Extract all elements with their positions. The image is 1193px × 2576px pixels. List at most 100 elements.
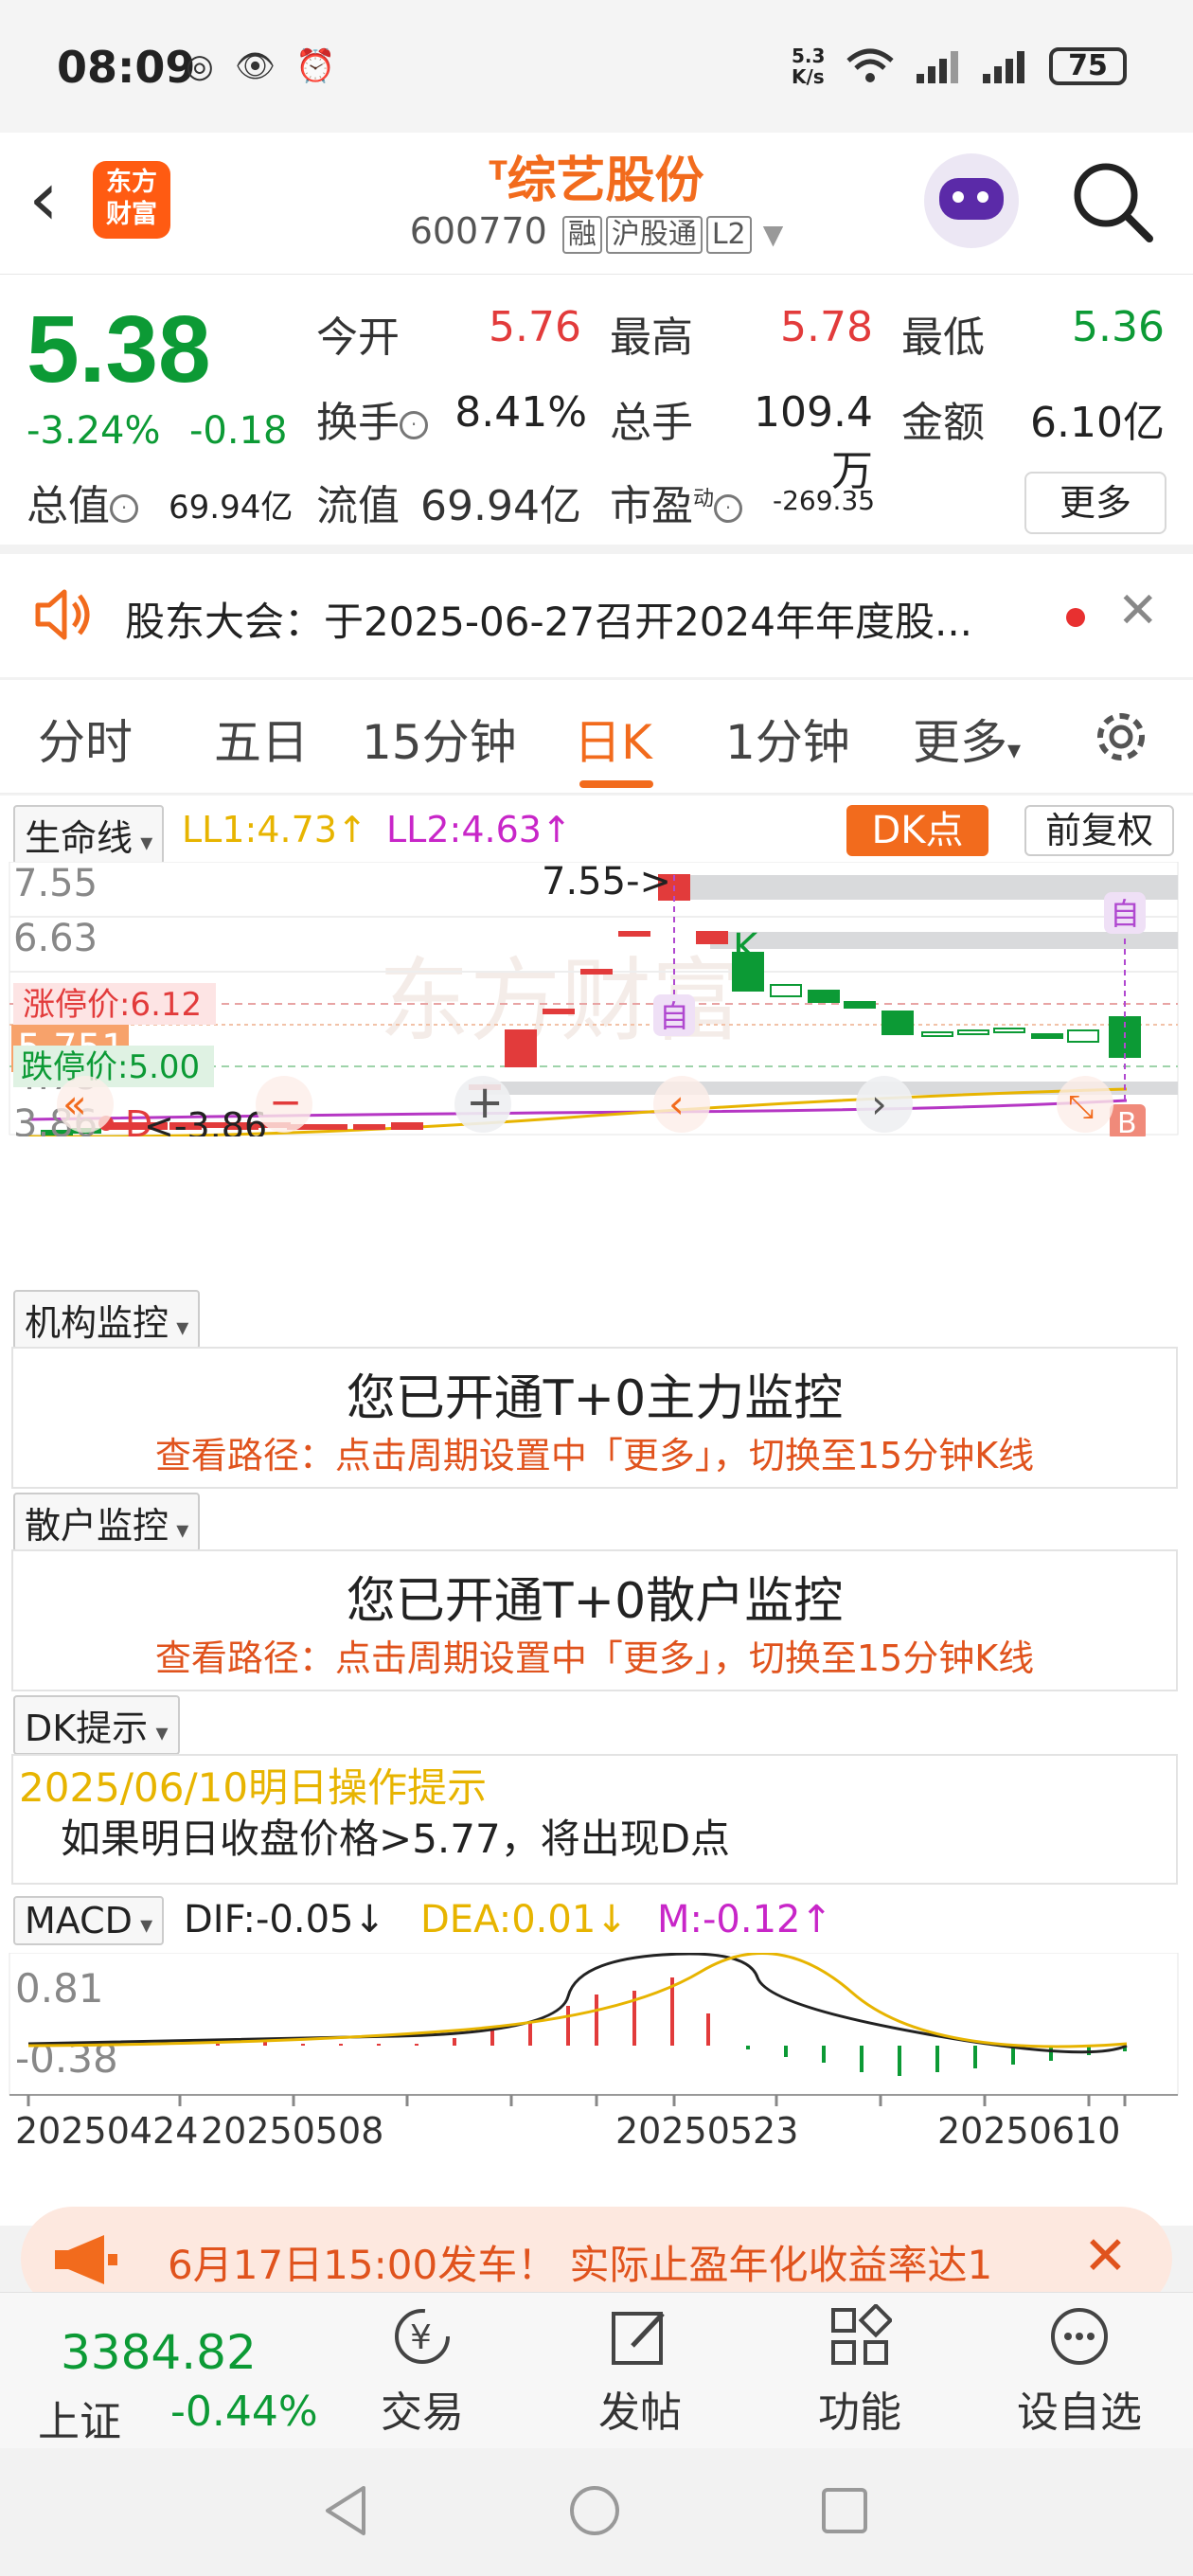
- turnover-value: 8.41%: [454, 388, 587, 437]
- tab-five-day[interactable]: 五日: [214, 705, 309, 773]
- retail-monitor-panel[interactable]: 您已开通T+0散户监控 查看路径：点击周期设置中「更多」，切换至15分钟K线: [11, 1549, 1178, 1691]
- dk-tip-panel: 2025/06/10明日操作提示 如果明日收盘价格>5.77，将出现D点: [11, 1754, 1178, 1885]
- b-marker: B: [1117, 1107, 1137, 1136]
- candle: [543, 1009, 575, 1014]
- retail-monitor-title: 您已开通T+0散户监控: [346, 1573, 844, 1630]
- amount-label: 金额: [901, 399, 985, 447]
- dk-tip-dropdown[interactable]: DK提示: [13, 1695, 180, 1755]
- macd-dea: DEA:0.01↓: [420, 1898, 628, 1941]
- candle: [505, 1029, 537, 1067]
- kline-chart[interactable]: 东方财富 自 自 K B 7.55-> D <-3.86 7.55 6.63 4…: [0, 862, 1193, 1136]
- index-name[interactable]: 上证: [38, 2388, 121, 2448]
- info-icon: ·: [110, 494, 138, 523]
- macd-m: M:-0.12↑: [657, 1898, 832, 1941]
- close-icon[interactable]: ✕: [1117, 582, 1159, 639]
- notice-bar[interactable]: 股东大会：于2025-06-27召开2024年年度股... ✕: [0, 554, 1193, 677]
- pe-label[interactable]: 市盈动 ·: [610, 472, 743, 532]
- candle: [808, 990, 840, 1003]
- hd-icon: ◎: [186, 47, 214, 85]
- eye-icon: 👁: [235, 47, 276, 85]
- gear-icon[interactable]: [1091, 707, 1151, 771]
- quote-panel: 5.38 -3.24% -0.18 今开 5.76 最高 5.78 最低 5.3…: [0, 275, 1193, 545]
- trade-type-mark: T: [489, 154, 507, 187]
- candle: [957, 1029, 989, 1035]
- total-value: 69.94亿: [169, 489, 294, 527]
- candle: [881, 1011, 914, 1035]
- zi-marker-2: 自: [1110, 896, 1140, 932]
- nav-post[interactable]: 发帖: [564, 2304, 716, 2439]
- limit-down-label: 跌停价:5.00: [21, 1048, 200, 1086]
- candle: [770, 984, 802, 997]
- inst-monitor-sub: 查看路径：点击周期设置中「更多」，切换至15分钟K线: [154, 1435, 1035, 1476]
- volume-label: 总手: [610, 399, 693, 447]
- net-speed: 5.3 K/s: [792, 45, 826, 88]
- retail-monitor-dropdown[interactable]: 散户监控: [13, 1493, 201, 1552]
- macd-chart[interactable]: 0.81 -0.38: [0, 1953, 1193, 2114]
- robot-icon: [939, 178, 1004, 220]
- notice-text: 股东大会：于2025-06-27召开2024年年度股...: [125, 599, 973, 645]
- date-label: 20250508: [201, 2110, 384, 2152]
- more-quote-button[interactable]: 更多: [1024, 472, 1166, 534]
- wifi-icon: [845, 47, 896, 94]
- tab-daily-k[interactable]: 日K: [574, 705, 652, 773]
- zoom-out-icon: −: [269, 1079, 302, 1125]
- tab-intraday[interactable]: 分时: [38, 705, 133, 773]
- candle: [391, 1122, 423, 1130]
- assistant-avatar[interactable]: [924, 153, 1019, 248]
- change-amount: -0.18: [189, 409, 288, 453]
- candle: [580, 969, 613, 975]
- more-dots-icon: [1047, 2304, 1112, 2369]
- zi-marker: 自: [659, 998, 689, 1034]
- tab-1min[interactable]: 1分钟: [725, 705, 850, 773]
- nav-watchlist-settings[interactable]: 设自选: [1004, 2304, 1155, 2439]
- level2-tag: L2: [705, 216, 752, 254]
- signal-icon: [915, 47, 962, 94]
- macd-dropdown[interactable]: MACD: [13, 1896, 165, 1945]
- float-value-label: 流值: [316, 482, 400, 530]
- indicator-dropdown[interactable]: 生命线: [13, 805, 165, 865]
- recents-square-icon[interactable]: [816, 2482, 873, 2543]
- bottom-nav: 3384.82 上证 -0.44% ¥ 交易 发帖 功能 设自选: [0, 2292, 1193, 2448]
- next-icon: ›: [871, 1081, 887, 1127]
- info-icon: ·: [400, 411, 428, 439]
- alarm-icon: ⏰: [295, 47, 336, 85]
- system-nav-bar: [0, 2448, 1193, 2576]
- dropdown-arrow-icon: ▼: [762, 219, 784, 250]
- index-value[interactable]: 3384.82: [61, 2325, 257, 2380]
- dk-tip-date: 2025/06/10明日操作提示: [19, 1764, 488, 1811]
- inst-monitor-dropdown[interactable]: 机构监控: [13, 1290, 201, 1350]
- total-value-label[interactable]: 总值 ·: [27, 472, 138, 532]
- signal-2-icon: [981, 47, 1034, 94]
- candle: [315, 1124, 347, 1130]
- chevron-down-icon: ▾: [1007, 734, 1022, 765]
- open-label: 今开: [316, 313, 400, 362]
- zoom-in-icon: +: [466, 1076, 504, 1129]
- inst-monitor-panel[interactable]: 您已开通T+0主力监控 查看路径：点击周期设置中「更多」，切换至15分钟K线: [11, 1347, 1178, 1489]
- adjust-button[interactable]: 前复权: [1024, 805, 1174, 856]
- stock-header: ‹ 东方 财富 T综艺股份 600770 融沪股通 L2 ▼: [0, 133, 1193, 275]
- y-label: 6.63: [13, 917, 98, 960]
- tab-more[interactable]: 更多▾: [913, 705, 1021, 773]
- period-tabs: 分时 五日 15分钟 日K 1分钟 更多▾: [0, 680, 1193, 794]
- back-triangle-icon[interactable]: [318, 2482, 375, 2543]
- tab-15min[interactable]: 15分钟: [362, 705, 517, 773]
- retail-monitor-sub: 查看路径：点击周期设置中「更多」，切换至15分钟K线: [154, 1637, 1035, 1679]
- candle: [1067, 1029, 1099, 1043]
- volume-value: 109.4万: [754, 388, 873, 495]
- turnover-label[interactable]: 换手 ·: [316, 388, 428, 449]
- candle: [696, 931, 728, 944]
- search-icon[interactable]: [1070, 159, 1155, 244]
- close-icon[interactable]: ✕: [1083, 2226, 1128, 2287]
- candle: [618, 931, 650, 937]
- ll1-value: LL1:4.73↑: [182, 809, 367, 850]
- nav-functions[interactable]: 功能: [784, 2302, 935, 2439]
- limit-up-label: 涨停价:6.12: [23, 986, 202, 1024]
- active-tab-indicator: [579, 780, 653, 788]
- float-value: 69.94亿: [420, 482, 581, 530]
- low-label: 最低: [901, 313, 985, 362]
- nav-trade[interactable]: ¥ 交易: [347, 2304, 498, 2439]
- dk-point-button[interactable]: DK点: [846, 805, 988, 856]
- home-circle-icon[interactable]: [566, 2482, 623, 2543]
- high-label: 最高: [610, 313, 693, 362]
- high-marker: 7.55->: [542, 862, 671, 903]
